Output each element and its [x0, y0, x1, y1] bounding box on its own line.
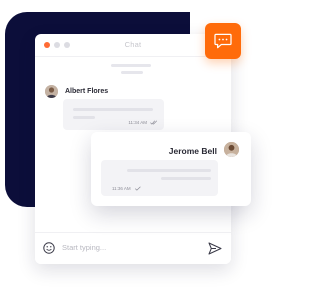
- message-time: 11:36 AM: [112, 186, 131, 191]
- placeholder-line: [121, 71, 143, 74]
- message-meta: 11:34 AM: [128, 120, 158, 125]
- placeholder-line: [111, 64, 151, 67]
- avatar-albert-flores: [45, 85, 58, 98]
- message-input[interactable]: Start typing...: [62, 243, 106, 252]
- message-card-jerome: Jerome Bell 11:36 AM: [91, 132, 251, 206]
- message-meta: 11:36 AM: [112, 186, 142, 191]
- window-titlebar: Chat: [35, 34, 231, 57]
- avatar-jerome-bell: [224, 142, 239, 157]
- placeholder-line: [127, 169, 211, 172]
- smiley-icon[interactable]: [43, 242, 55, 254]
- placeholder-line: [73, 116, 95, 119]
- placeholder-line: [161, 177, 211, 180]
- sender-name: Albert Flores: [65, 88, 109, 95]
- paper-plane-icon[interactable]: [208, 242, 222, 255]
- window-title: Chat: [124, 40, 142, 49]
- chat-launcher-button[interactable]: [205, 23, 241, 59]
- message-bubble-jerome: 11:36 AM: [101, 160, 218, 196]
- message-header-albert: Albert Flores: [45, 85, 108, 98]
- chat-bubble-icon: [214, 33, 232, 49]
- placeholder-line: [73, 108, 153, 111]
- sender-name: Jerome Bell: [168, 146, 217, 156]
- message-composer: Start typing...: [35, 232, 231, 264]
- check-icon: [134, 186, 141, 191]
- message-time: 11:34 AM: [128, 120, 147, 125]
- message-bubble-albert: 11:34 AM: [63, 99, 164, 130]
- double-check-icon: [150, 120, 158, 125]
